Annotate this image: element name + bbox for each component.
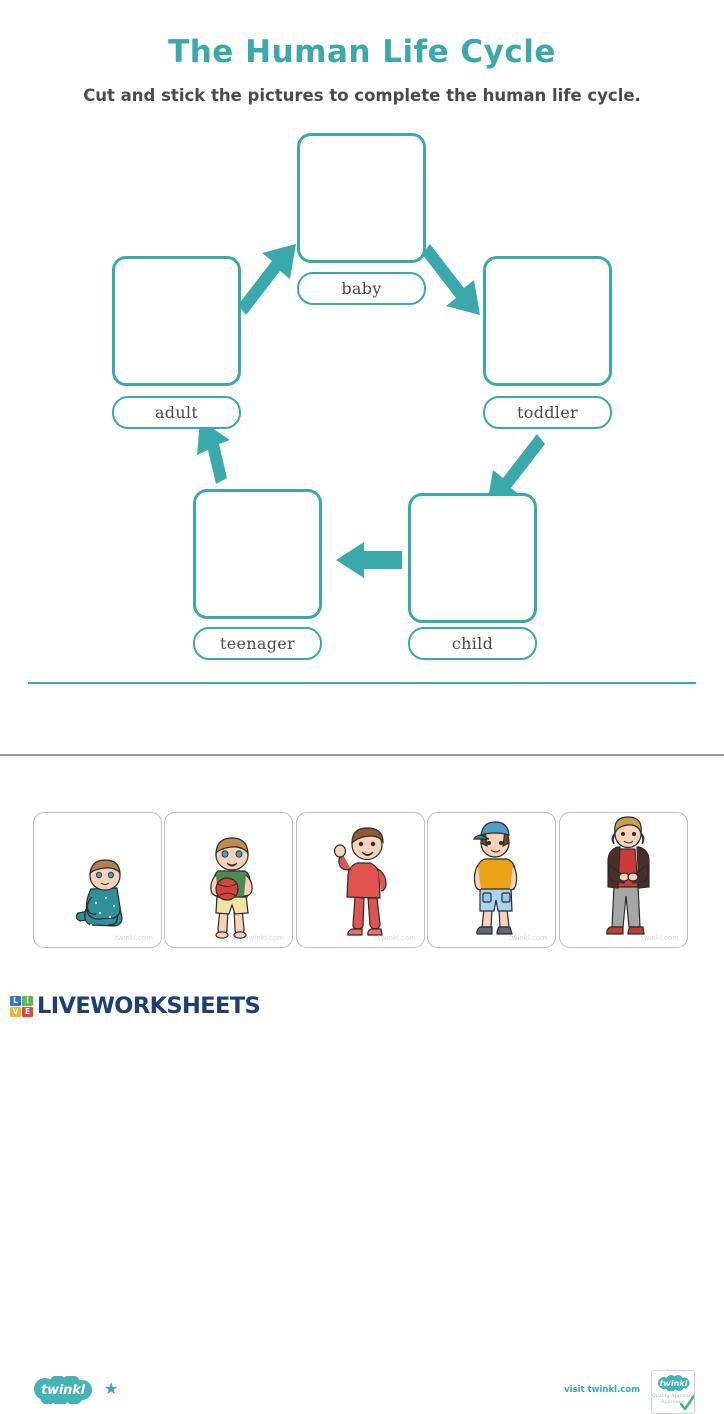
twinkl-logo-text: twinkl — [41, 1382, 85, 1398]
logo-tile-e: E — [22, 1006, 33, 1017]
arrow-baby-to-toddler — [422, 244, 480, 315]
visit-twinkl-link[interactable]: visit twinkl.com — [500, 1385, 640, 1395]
arrow-child-to-teenager — [336, 542, 402, 578]
life-cycle-diagram: baby toddler child teenager adult — [0, 0, 724, 690]
badge-cloud-icon: twinkl — [657, 1375, 690, 1392]
cutout-card-baby[interactable]: twinkl.com — [33, 812, 162, 948]
check-icon — [680, 1395, 694, 1411]
drop-box-teenager[interactable] — [193, 489, 322, 619]
stage-label-child: child — [408, 627, 537, 660]
twinkl-logo: twinkl — [32, 1375, 94, 1406]
liveworksheets-logo: L I V E LIVEWORKSHEETS — [10, 993, 261, 1019]
card-watermark: twinkl.com — [245, 934, 284, 942]
cycle-arrows-svg — [197, 244, 545, 578]
liveworksheets-tiles-icon: L I V E — [10, 995, 34, 1017]
card-watermark: twinkl.com — [114, 934, 153, 942]
card-watermark: twinkl.com — [377, 934, 416, 942]
teenager-with-cap-image — [473, 821, 518, 935]
badge-logo-text: twinkl — [659, 1378, 688, 1388]
baby-sitting-image — [75, 859, 123, 927]
toddler-with-ball-image — [210, 837, 253, 939]
drop-box-child[interactable] — [408, 493, 537, 623]
cutout-card-toddler[interactable]: twinkl.com — [164, 812, 293, 948]
cutout-card-adult[interactable]: twinkl.com — [559, 812, 688, 948]
stage-label-toddler: toddler — [483, 396, 612, 429]
cutout-card-child[interactable]: twinkl.com — [296, 812, 425, 948]
logo-tile-v: V — [10, 1006, 21, 1017]
star-icon: ★ — [104, 1381, 119, 1398]
cutout-card-teenager[interactable]: twinkl.com — [427, 812, 556, 948]
arrow-adult-to-baby — [238, 244, 296, 315]
quality-standard-badge: twinkl Quality Standard Approved — [651, 1370, 695, 1414]
page-divider — [0, 754, 724, 756]
card-watermark: twinkl.com — [640, 934, 679, 942]
stage-label-adult: adult — [112, 396, 241, 429]
drop-box-toddler[interactable] — [483, 256, 612, 386]
cutout-pictures-strip: twinkl.com twinkl.com twinkl.com twinkl.… — [0, 812, 724, 952]
twinkl-footer-bar: twinkl ★ visit twinkl.com twinkl Quality… — [0, 684, 724, 1414]
card-watermark: twinkl.com — [508, 934, 547, 942]
child-waving-image — [333, 827, 387, 936]
arrow-teenager-to-adult — [197, 420, 230, 484]
drop-box-baby[interactable] — [297, 133, 426, 263]
stage-label-teenager: teenager — [193, 627, 322, 660]
liveworksheets-wordmark: LIVEWORKSHEETS — [37, 993, 261, 1019]
drop-box-adult[interactable] — [112, 256, 241, 386]
stage-label-baby: baby — [297, 272, 426, 305]
worksheet-page: The Human Life Cycle Cut and stick the p… — [0, 0, 724, 1414]
logo-tile-l: L — [10, 995, 21, 1006]
logo-tile-i: I — [22, 995, 33, 1006]
adult-standing-image — [606, 816, 650, 935]
